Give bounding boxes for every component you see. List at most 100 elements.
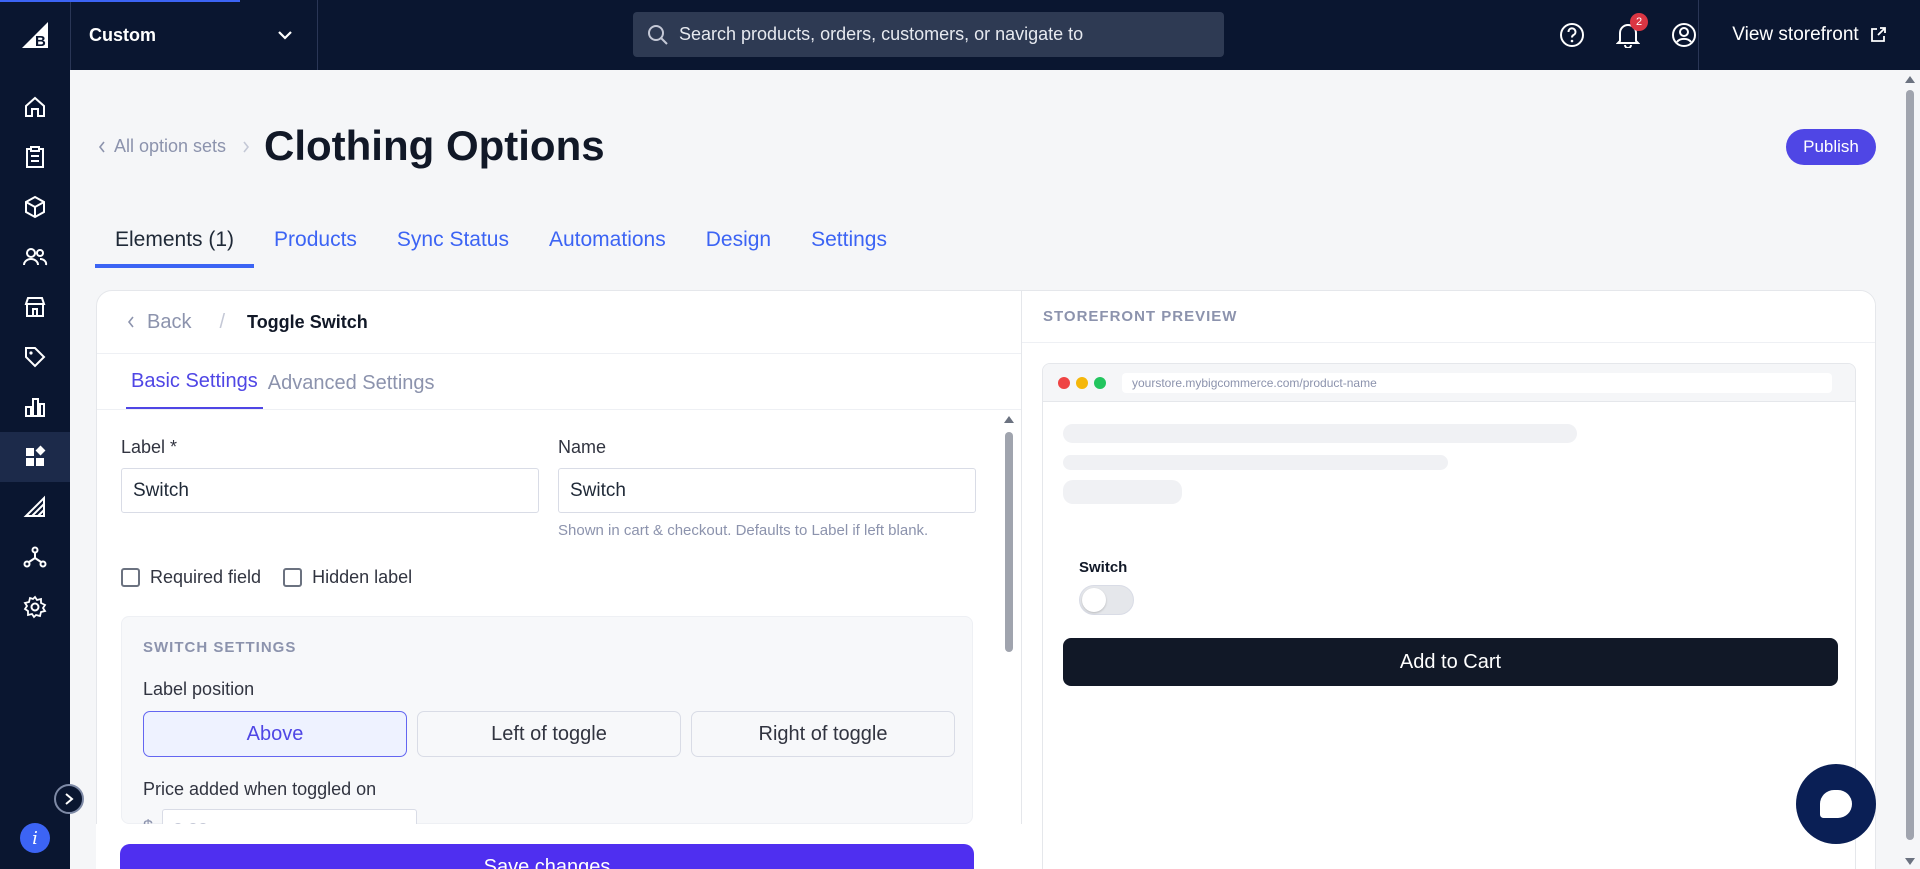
switch-settings-title: SWITCH SETTINGS xyxy=(143,639,297,656)
storefront-icon xyxy=(24,297,46,317)
nav-channels[interactable] xyxy=(0,482,70,532)
loading-bar xyxy=(0,0,240,2)
publish-button[interactable]: Publish xyxy=(1786,129,1876,165)
nav-marketing[interactable] xyxy=(0,332,70,382)
save-changes-button[interactable]: Save changes xyxy=(120,844,974,869)
label-position-right[interactable]: Right of toggle xyxy=(691,711,955,757)
view-storefront-link[interactable]: View storefront xyxy=(1698,0,1920,70)
breadcrumb-link[interactable]: All option sets xyxy=(114,136,226,157)
checkbox-box[interactable] xyxy=(121,568,140,587)
integrations-icon xyxy=(23,546,47,568)
account-button[interactable] xyxy=(1668,19,1700,51)
checkbox-box[interactable] xyxy=(283,568,303,587)
name-input[interactable]: Switch xyxy=(558,468,976,513)
scroll-up-arrow[interactable] xyxy=(1004,416,1014,423)
scroll-thumb[interactable] xyxy=(1005,432,1013,652)
external-link-icon xyxy=(1870,27,1886,42)
tab-settings[interactable]: Settings xyxy=(791,222,907,268)
analytics-icon xyxy=(25,398,45,417)
panel-header: Back / Toggle Switch xyxy=(97,291,1021,354)
tab-sync-status[interactable]: Sync Status xyxy=(377,222,529,268)
home-icon xyxy=(25,96,45,117)
maximize-dot xyxy=(1094,376,1106,389)
close-dot xyxy=(1058,376,1070,389)
logo-icon: B xyxy=(22,22,48,50)
help-icon xyxy=(1560,23,1584,47)
required-field-label: Required field xyxy=(150,567,262,587)
page-title: Clothing Options xyxy=(264,122,605,169)
storefront-preview-pane: STOREFRONT PREVIEW yourstore.mybigcommer… xyxy=(1022,291,1875,869)
price-label: Price added when toggled on xyxy=(143,779,377,799)
tab-automations[interactable]: Automations xyxy=(529,222,686,268)
preview-toggle-switch[interactable] xyxy=(1079,585,1134,615)
channel-name: Custom xyxy=(89,24,156,45)
user-circle-icon xyxy=(1672,23,1696,47)
global-search-input[interactable]: Search products, orders, customers, or n… xyxy=(633,12,1224,57)
nav-storefront[interactable] xyxy=(0,282,70,332)
preview-url: yourstore.mybigcommerce.com/product-name xyxy=(1122,372,1832,393)
chat-button[interactable] xyxy=(1796,764,1876,844)
settings-icon xyxy=(23,595,47,619)
scroll-up-arrow[interactable] xyxy=(1905,76,1915,83)
skeleton-line xyxy=(1063,424,1577,443)
breadcrumb-separator: / xyxy=(219,310,226,333)
help-button[interactable] xyxy=(1556,19,1588,51)
chevron-down-icon xyxy=(278,31,292,40)
name-field-label: Name xyxy=(558,437,607,457)
search-placeholder: Search products, orders, customers, or n… xyxy=(679,24,1084,44)
info-button[interactable]: i xyxy=(20,823,50,853)
orders-icon xyxy=(26,146,44,168)
products-icon xyxy=(25,195,45,219)
form-scrollbar[interactable] xyxy=(1002,416,1016,869)
label-field-label: Label * xyxy=(121,437,178,457)
tag-icon xyxy=(25,347,46,368)
nav-orders[interactable] xyxy=(0,132,70,182)
browser-bar: yourstore.mybigcommerce.com/product-name xyxy=(1043,364,1855,402)
back-button[interactable]: Back xyxy=(147,311,191,334)
scroll-thumb[interactable] xyxy=(1906,90,1914,840)
nav-products[interactable] xyxy=(0,182,70,232)
notifications-button[interactable]: 2 xyxy=(1612,13,1648,51)
nav-home[interactable] xyxy=(0,82,70,132)
view-storefront-label: View storefront xyxy=(1732,24,1859,45)
scroll-down-arrow[interactable] xyxy=(1905,858,1915,865)
tab-products[interactable]: Products xyxy=(254,222,377,268)
settings-subtabs: Basic Settings Advanced Settings xyxy=(97,354,1021,410)
nav-settings[interactable] xyxy=(0,582,70,632)
label-position-above[interactable]: Above xyxy=(143,711,407,757)
checkbox-row: Required field Hidden label xyxy=(121,567,412,588)
hidden-label-label: Hidden label xyxy=(312,567,413,587)
page-scrollbar[interactable] xyxy=(1902,72,1918,869)
channels-icon xyxy=(23,495,45,517)
nav-apps[interactable] xyxy=(0,432,70,482)
subtab-basic-settings[interactable]: Basic Settings xyxy=(126,370,263,409)
nav-integrations[interactable] xyxy=(0,532,70,582)
required-field-checkbox[interactable]: Required field xyxy=(121,567,261,588)
tab-design[interactable]: Design xyxy=(686,222,791,268)
toggle-knob xyxy=(1082,588,1106,612)
tab-elements[interactable]: Elements (1) xyxy=(95,222,255,268)
sidebar-expand-button[interactable] xyxy=(54,784,84,814)
bigcommerce-logo[interactable]: B xyxy=(0,0,70,70)
add-to-cart-button[interactable]: Add to Cart xyxy=(1063,638,1838,686)
chevron-left-icon xyxy=(127,316,134,328)
label-input[interactable]: Switch xyxy=(121,468,539,513)
channel-selector[interactable]: Custom xyxy=(70,0,318,70)
label-position-label: Label position xyxy=(143,679,255,699)
nav-customers[interactable] xyxy=(0,232,70,282)
customers-icon xyxy=(23,248,48,266)
hidden-label-checkbox[interactable]: Hidden label xyxy=(283,567,412,588)
top-bar: B Custom Search products, orders, custom… xyxy=(0,0,1920,70)
search-icon xyxy=(648,24,668,45)
chevron-right-icon xyxy=(243,141,250,152)
label-position-left[interactable]: Left of toggle xyxy=(417,711,681,757)
top-icon-group: 2 xyxy=(1556,0,1700,70)
save-bar: Save changes xyxy=(96,824,1022,869)
switch-settings-section: SWITCH SETTINGS Label position Above Lef… xyxy=(121,616,973,840)
minimize-dot xyxy=(1076,376,1088,389)
subtab-advanced-settings[interactable]: Advanced Settings xyxy=(263,372,440,409)
breadcrumb[interactable]: All option sets xyxy=(98,136,250,157)
preview-browser: yourstore.mybigcommerce.com/product-name… xyxy=(1042,363,1856,869)
nav-analytics[interactable] xyxy=(0,382,70,432)
info-icon: i xyxy=(32,827,38,849)
